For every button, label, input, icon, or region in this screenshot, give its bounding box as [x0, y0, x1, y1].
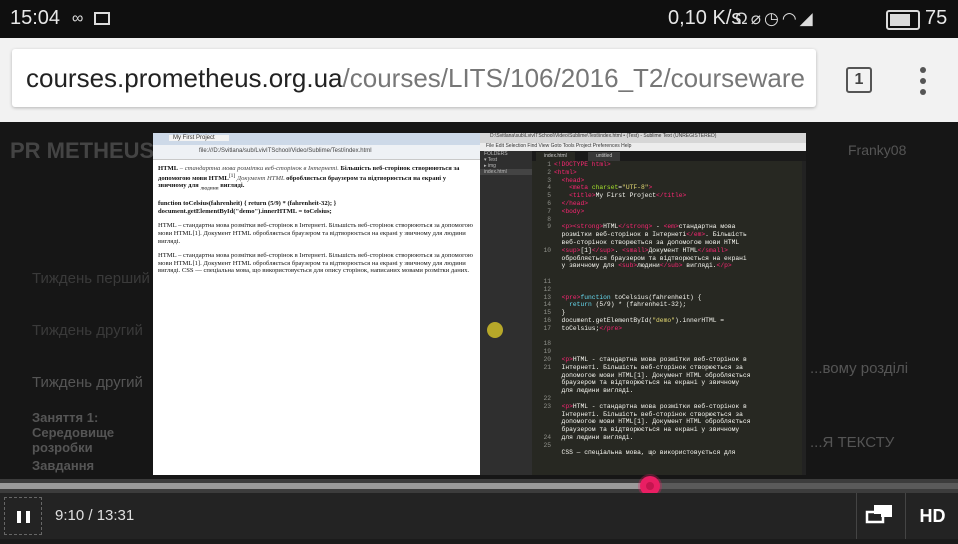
line-number: 1 [547, 161, 551, 168]
course-nav-item: Тиждень перший [32, 270, 150, 287]
line-number: 7 [547, 207, 551, 215]
html-paragraph-1: HTML – стандартна мова розмітки веб-стор… [158, 165, 460, 192]
line-number [532, 270, 554, 278]
status-icons-left: ∞ [72, 10, 110, 28]
line-number: 2 [547, 168, 551, 176]
course-nav-item: Заняття 1: Середовище розробки [32, 410, 115, 455]
seek-bar-remaining [650, 483, 958, 489]
battery-level: 75 [925, 7, 948, 29]
line-number: 13 [543, 293, 551, 301]
line-number: 14 [543, 301, 551, 309]
battery-icon [886, 10, 920, 30]
infinity-icon: ∞ [72, 10, 84, 27]
line-number [532, 387, 554, 395]
mute-icon: ⌀ [750, 9, 764, 28]
time-display: 9:10 / 13:31 [55, 507, 135, 524]
line-number: 11 [543, 277, 551, 285]
tab-switcher-button[interactable]: 1 [846, 67, 872, 93]
line-number: 5 [547, 192, 551, 200]
line-number: 10 [543, 246, 551, 254]
background-text: ...Я ТЕКСТУ [810, 434, 895, 451]
line-number [532, 426, 554, 434]
line-number [532, 239, 554, 247]
background-text: ...вому розділі [810, 360, 909, 377]
course-nav-item: Завдання [32, 458, 95, 473]
status-bar: 15:04 ∞ 0,10 K/s Ω⌀◷◠◢ 75 [0, 0, 958, 38]
image-icon [93, 12, 110, 26]
video-frame[interactable]: My First Project file:///D:/Svitlana/sub… [153, 133, 806, 475]
line-number: 16 [543, 316, 551, 324]
line-number [532, 333, 554, 341]
url-text: courses.prometheus.org.ua/courses/LITS/1… [26, 63, 805, 94]
editor-tab: untitled [588, 152, 621, 161]
editor-code: <!DOCTYPE html> <html> <head> <meta char… [554, 161, 802, 475]
line-number [532, 255, 554, 263]
clock: 15:04 [10, 7, 61, 29]
course-nav-item: Тиждень другий [32, 374, 143, 391]
line-number [532, 262, 554, 270]
url-host: courses.prometheus.org.ua [26, 63, 343, 93]
course-nav-item: Тиждень другий [32, 322, 143, 339]
line-number: 19 [543, 348, 551, 356]
line-number [532, 231, 554, 239]
site-logo: PR METHEUS [10, 138, 155, 163]
user-menu: Franky08 [848, 142, 907, 158]
line-number: 15 [543, 309, 551, 317]
editor-title: D:\Svitlana\sub\LvivITSchool\Video\Subli… [480, 133, 806, 143]
pause-button[interactable] [4, 497, 42, 535]
player-controls: 9:10 / 13:31 HD [0, 493, 958, 539]
alarm-icon: ◷ [763, 9, 782, 28]
line-number [532, 372, 554, 380]
line-number [532, 379, 554, 387]
editor-gutter: 1 2 3 4 5 6 7 8 9 10 11 12 13 14 15 16 17 18 19 20 21 22 23 24 2… [532, 161, 554, 475]
headset-icon: Ω [735, 9, 751, 28]
line-number: 23 [543, 402, 551, 410]
overflow-menu-icon[interactable] [916, 64, 930, 98]
line-number: 3 [547, 176, 551, 184]
fullscreen-icon [865, 505, 892, 524]
url-bar[interactable]: courses.prometheus.org.ua/courses/LITS/1… [12, 49, 816, 107]
line-number: 17 [543, 324, 551, 332]
rendered-html: HTML – стандартна мова розмітки веб-стор… [158, 165, 476, 282]
line-number [532, 418, 554, 426]
line-number [532, 411, 554, 419]
line-number: 24 [543, 433, 551, 441]
line-number: 8 [547, 215, 551, 223]
video-browser-address: file:///D:/Svitlana/sub/LvivITSchool/Vid… [153, 145, 480, 160]
editor-sidebar: FOLDERS ▾ Test ▸ img index.html [480, 151, 532, 475]
seek-bar-played [0, 483, 650, 489]
line-number: 6 [547, 199, 551, 207]
editor-menu: File Edit Selection Find View Goto Tools… [480, 143, 806, 151]
line-number: 12 [543, 285, 551, 293]
browser-toolbar: courses.prometheus.org.ua/courses/LITS/1… [0, 38, 958, 122]
editor-tabs: index.html untitled [532, 151, 806, 161]
status-icons-right: Ω⌀◷◠◢ [735, 9, 816, 29]
video-editor-window: D:\Svitlana\sub\LvivITSchool\Video\Subli… [480, 133, 806, 475]
video-browser-window: My First Project file:///D:/Svitlana/sub… [153, 133, 480, 475]
fullscreen-button[interactable] [856, 493, 905, 539]
line-number: 25 [543, 441, 551, 449]
line-number: 20 [543, 355, 551, 363]
html-paragraph-2: function toCelsius(fahrenheit) { return … [158, 200, 337, 215]
mouse-cursor-highlight [487, 322, 503, 338]
line-number: 22 [543, 394, 551, 402]
pause-icon [17, 511, 21, 523]
signal-3g-icon: ◢ [799, 9, 816, 28]
line-number: 4 [547, 184, 551, 192]
net-speed: 0,10 K/s [668, 7, 742, 29]
line-number: 21 [543, 363, 551, 371]
html-paragraph-4: HTML – стандартна мова розмітки веб-стор… [158, 252, 473, 275]
wifi-icon: ◠ [781, 9, 800, 28]
line-number: 18 [543, 340, 551, 348]
editor-tab: index.html [536, 152, 575, 161]
video-browser-tab: My First Project [153, 133, 480, 145]
html-paragraph-3: HTML – стандартна мова розмітки веб-стор… [158, 222, 473, 245]
url-path: /courses/LITS/106/2016_T2/courseware [342, 63, 805, 93]
hd-quality-button[interactable]: HD [905, 493, 958, 539]
line-number: 9 [547, 223, 551, 231]
